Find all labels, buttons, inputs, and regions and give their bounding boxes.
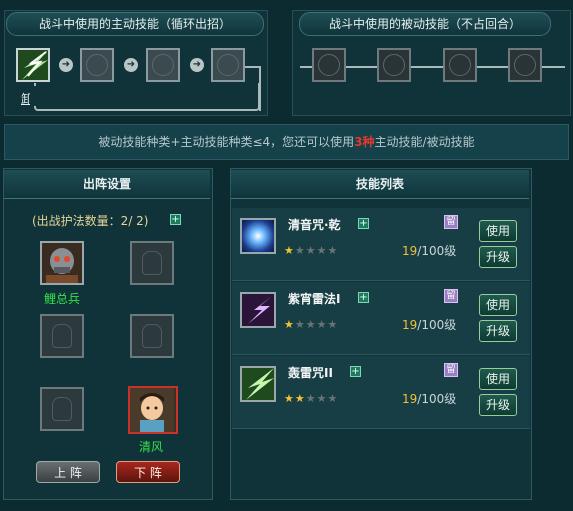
add-guardian-plus-icon[interactable]: + <box>170 214 181 225</box>
qingfeng-avatar <box>130 388 174 432</box>
upgrade-skill-button[interactable]: 升级 <box>479 320 517 342</box>
skill-limit-info: 被动技能种类+主动技能种类≤4，您还可以使用3种主动技能/被动技能 <box>4 124 569 160</box>
loop-cover <box>30 86 58 106</box>
arrow-right-icon: ➜ <box>124 58 138 72</box>
info-highlight: 3种 <box>354 135 375 149</box>
blue-orb-icon <box>240 218 276 254</box>
green-thunder-icon <box>240 366 276 402</box>
formation-title: 出阵设置 <box>4 170 210 199</box>
skill-name: 紫宵雷法I <box>288 292 341 306</box>
skill-stars: ★★★★★ <box>284 244 339 257</box>
info-prefix: 被动技能种类+主动技能种类≤4，您还可以使用 <box>98 135 355 149</box>
active-skills-title: 战斗中使用的主动技能（循环出招） <box>6 12 264 36</box>
guardian-slot-2[interactable] <box>130 241 174 285</box>
guardian-name-2: 清风 <box>138 440 163 454</box>
withdraw-button[interactable]: 下 阵 <box>116 461 180 483</box>
passive-skill-slot-4[interactable] <box>508 48 542 82</box>
passive-skill-slot-3[interactable] <box>443 48 477 82</box>
skill-stars: ★★★★★ <box>284 318 339 331</box>
skill-name: 轰雷咒II <box>288 366 333 380</box>
skill-badge-icon: 留 <box>444 289 458 303</box>
arrow-right-icon: ➜ <box>190 58 204 72</box>
guardian-slot-3[interactable] <box>40 314 84 358</box>
green-thunder-icon <box>18 50 48 80</box>
carp-general-avatar <box>42 243 82 283</box>
skill-list-title: 技能列表 <box>231 170 529 199</box>
use-skill-button[interactable]: 使用 <box>479 368 517 390</box>
guardian-slot-4[interactable] <box>130 314 174 358</box>
skill-row: 紫宵雷法I + 留 ★★★★★ 19/100级 使用 升级 <box>232 282 530 355</box>
passive-skill-slot-2[interactable] <box>377 48 411 82</box>
guardian-name-1: 鲤总兵 <box>43 292 80 306</box>
loop-line-right <box>259 66 261 111</box>
skill-level: 19/100级 <box>402 244 457 258</box>
active-skill-slot-3[interactable] <box>146 48 180 82</box>
active-skill-slot-1[interactable] <box>16 48 50 82</box>
guardian-count-label: (出战护法数量：2/ 2) <box>32 214 149 228</box>
skill-name: 清音咒·乾 <box>288 218 341 232</box>
passive-skill-slot-1[interactable] <box>312 48 346 82</box>
guardian-slot-6[interactable] <box>128 386 178 434</box>
skill-plus-icon[interactable]: + <box>358 218 369 229</box>
info-suffix: 主动技能/被动技能 <box>374 135 475 149</box>
skill-stars: ★★★★★ <box>284 392 339 405</box>
purple-lightning-icon <box>240 292 276 328</box>
skill-level: 19/100级 <box>402 318 457 332</box>
skill-level: 19/100级 <box>402 392 457 406</box>
skill-row: 清音咒·乾 + 留 ★★★★★ 19/100级 使用 升级 <box>232 208 530 281</box>
skill-badge-icon: 留 <box>444 363 458 377</box>
skill-plus-icon[interactable]: + <box>350 366 361 377</box>
upgrade-skill-button[interactable]: 升级 <box>479 246 517 268</box>
guardian-slot-5[interactable] <box>40 387 84 431</box>
upgrade-skill-button[interactable]: 升级 <box>479 394 517 416</box>
skill-plus-icon[interactable]: + <box>358 292 369 303</box>
skill-badge-icon: 留 <box>444 215 458 229</box>
arrow-right-icon: ➜ <box>59 58 73 72</box>
active-skill-slot-2[interactable] <box>80 48 114 82</box>
use-skill-button[interactable]: 使用 <box>479 294 517 316</box>
loop-line <box>34 83 260 111</box>
passive-skills-title: 战斗中使用的被动技能（不占回合） <box>299 12 551 36</box>
guardian-slot-1[interactable] <box>40 241 84 285</box>
use-skill-button[interactable]: 使用 <box>479 220 517 242</box>
active-skill-slot-4[interactable] <box>211 48 245 82</box>
deploy-button[interactable]: 上 阵 <box>36 461 100 483</box>
skill-row: 轰雷咒II + 留 ★★★★★ 19/100级 使用 升级 <box>232 356 530 429</box>
